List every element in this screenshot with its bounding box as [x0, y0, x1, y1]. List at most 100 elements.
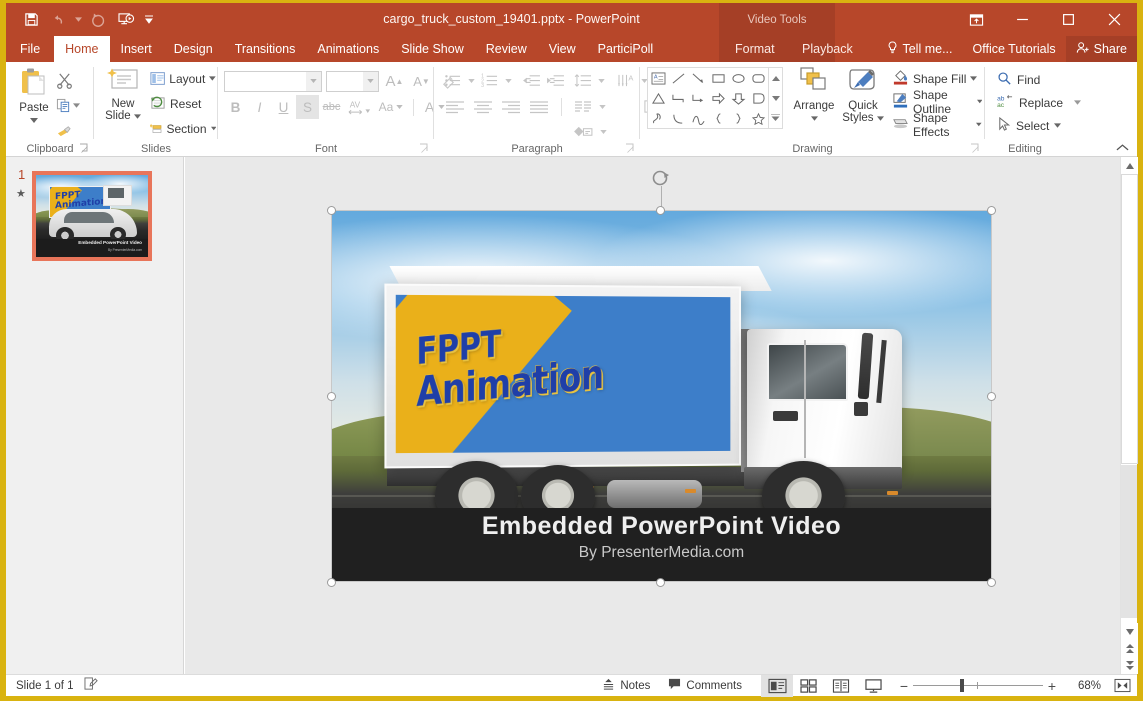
ribbon-display-options-button[interactable]: [953, 3, 999, 36]
scroll-up-button[interactable]: [1121, 157, 1138, 174]
numbering-button[interactable]: 123: [479, 69, 501, 92]
arc-shape[interactable]: [688, 108, 708, 128]
textbox-shape[interactable]: A: [648, 68, 668, 88]
handle-bottom-left[interactable]: [327, 578, 336, 587]
strikethrough-button[interactable]: abc: [320, 95, 343, 119]
triangle-shape[interactable]: [648, 88, 668, 108]
justify-button[interactable]: [526, 95, 552, 118]
left-brace-shape[interactable]: [708, 108, 728, 128]
slide-canvas[interactable]: FPPT Animation: [331, 210, 992, 582]
quick-styles-button[interactable]: Quick Styles: [838, 66, 888, 124]
vertical-scrollbar[interactable]: [1120, 157, 1137, 674]
next-slide-button[interactable]: [1121, 657, 1138, 674]
bold-button[interactable]: B: [224, 95, 247, 119]
handle-top-right[interactable]: [987, 206, 996, 215]
increase-indent-button[interactable]: [544, 69, 566, 92]
paste-dropdown-arrow[interactable]: [30, 114, 38, 126]
paragraph-dialog-launcher[interactable]: [625, 143, 636, 154]
handle-top-left[interactable]: [327, 206, 336, 215]
tab-participoll[interactable]: ParticiPoll: [587, 36, 665, 62]
columns-button[interactable]: [571, 95, 595, 118]
zoom-level-label[interactable]: 68%: [1067, 680, 1107, 692]
office-tutorials-link[interactable]: Office Tutorials: [963, 36, 1066, 62]
zoom-track[interactable]: [913, 685, 1043, 686]
layout-button[interactable]: Layout: [150, 66, 216, 91]
chevron-down-icon[interactable]: [363, 72, 378, 91]
align-left-button[interactable]: [442, 95, 468, 118]
replace-button[interactable]: abac Replace: [997, 91, 1081, 114]
bullets-dropdown[interactable]: [466, 69, 477, 92]
shapes-scroll-up-button[interactable]: [772, 68, 780, 88]
tab-view[interactable]: View: [538, 36, 587, 62]
slide-thumbnail-pane[interactable]: 1 ★ FPPTAnimation: [6, 157, 184, 674]
curve-shape[interactable]: [668, 108, 688, 128]
scrollbar-thumb[interactable]: [1121, 174, 1138, 464]
animation-indicator-icon[interactable]: ★: [16, 187, 26, 200]
slide-thumbnail-1[interactable]: FPPTAnimation Embedded PowerPoint Video …: [32, 171, 152, 261]
change-case-button[interactable]: Aa: [375, 95, 407, 119]
zoom-knob[interactable]: [960, 679, 964, 692]
italic-button[interactable]: I: [248, 95, 271, 119]
collapse-ribbon-button[interactable]: [1116, 141, 1129, 155]
line-shape[interactable]: [668, 68, 688, 88]
scroll-down-button[interactable]: [1121, 623, 1138, 640]
convert-to-smartart-button[interactable]: [570, 120, 596, 143]
reading-view-button[interactable]: [825, 675, 857, 697]
tab-playback[interactable]: Playback: [791, 36, 864, 62]
scribble-shape[interactable]: [648, 108, 668, 128]
decrease-font-size-button[interactable]: A▼: [410, 69, 433, 93]
format-painter-button[interactable]: [54, 118, 88, 143]
tab-design[interactable]: Design: [163, 36, 224, 62]
slide-show-view-button[interactable]: [857, 675, 889, 697]
rounded-rectangle-shape[interactable]: [748, 68, 768, 88]
tab-review[interactable]: Review: [475, 36, 538, 62]
bullets-button[interactable]: [442, 69, 464, 92]
accessibility-check-icon[interactable]: [84, 677, 99, 694]
zoom-in-button[interactable]: +: [1043, 678, 1061, 694]
handle-middle-left[interactable]: [327, 392, 336, 401]
clipboard-dialog-launcher[interactable]: [79, 143, 90, 154]
shapes-gallery-scrollbar[interactable]: [769, 67, 783, 129]
tab-home[interactable]: Home: [54, 36, 109, 62]
arrange-button[interactable]: Arrange: [790, 66, 838, 124]
handle-middle-right[interactable]: [987, 392, 996, 401]
copy-button[interactable]: [54, 93, 88, 118]
zoom-slider[interactable]: − +: [889, 678, 1067, 694]
rotation-handle[interactable]: [651, 169, 672, 191]
fit-slide-to-window-button[interactable]: [1107, 675, 1137, 697]
align-right-button[interactable]: [498, 95, 524, 118]
tab-insert[interactable]: Insert: [110, 36, 163, 62]
find-button[interactable]: Find: [997, 68, 1081, 91]
shapes-gallery[interactable]: A: [647, 67, 769, 129]
handle-bottom-center[interactable]: [656, 578, 665, 587]
section-button[interactable]: Section: [150, 116, 216, 141]
rectangle-shape[interactable]: [708, 68, 728, 88]
font-dialog-launcher[interactable]: [419, 143, 430, 154]
new-slide-dropdown-arrow[interactable]: [134, 110, 141, 122]
character-spacing-button[interactable]: AV: [344, 95, 374, 119]
right-arrow-shape[interactable]: [708, 88, 728, 108]
tab-animations[interactable]: Animations: [306, 36, 390, 62]
align-center-button[interactable]: [470, 95, 496, 118]
smartart-dropdown[interactable]: [598, 120, 609, 143]
arrange-dropdown-arrow[interactable]: [811, 112, 818, 124]
normal-view-button[interactable]: [761, 675, 793, 697]
close-button[interactable]: [1091, 3, 1137, 36]
increase-font-size-button[interactable]: A▲: [383, 69, 406, 93]
slide-editing-area[interactable]: FPPT Animation: [185, 157, 1120, 674]
columns-dropdown[interactable]: [597, 95, 608, 118]
down-arrow-shape[interactable]: [728, 88, 748, 108]
comments-button[interactable]: Comments: [659, 675, 751, 697]
chevron-down-icon[interactable]: [306, 72, 321, 91]
elbow-connector-shape[interactable]: [668, 88, 688, 108]
thumbnail-wrapper[interactable]: FPPTAnimation Embedded PowerPoint Video …: [32, 171, 152, 261]
tell-me-button[interactable]: Tell me...: [877, 36, 962, 62]
reset-button[interactable]: Reset: [150, 91, 216, 116]
star-shape[interactable]: [748, 108, 768, 128]
scrollbar-trough[interactable]: [1121, 465, 1137, 618]
new-slide-button[interactable]: New Slide: [100, 66, 146, 122]
paste-button[interactable]: Paste: [14, 66, 54, 126]
shapes-scroll-down-button[interactable]: [772, 88, 780, 108]
handle-top-center[interactable]: [656, 206, 665, 215]
notes-button[interactable]: Notes: [593, 675, 659, 697]
